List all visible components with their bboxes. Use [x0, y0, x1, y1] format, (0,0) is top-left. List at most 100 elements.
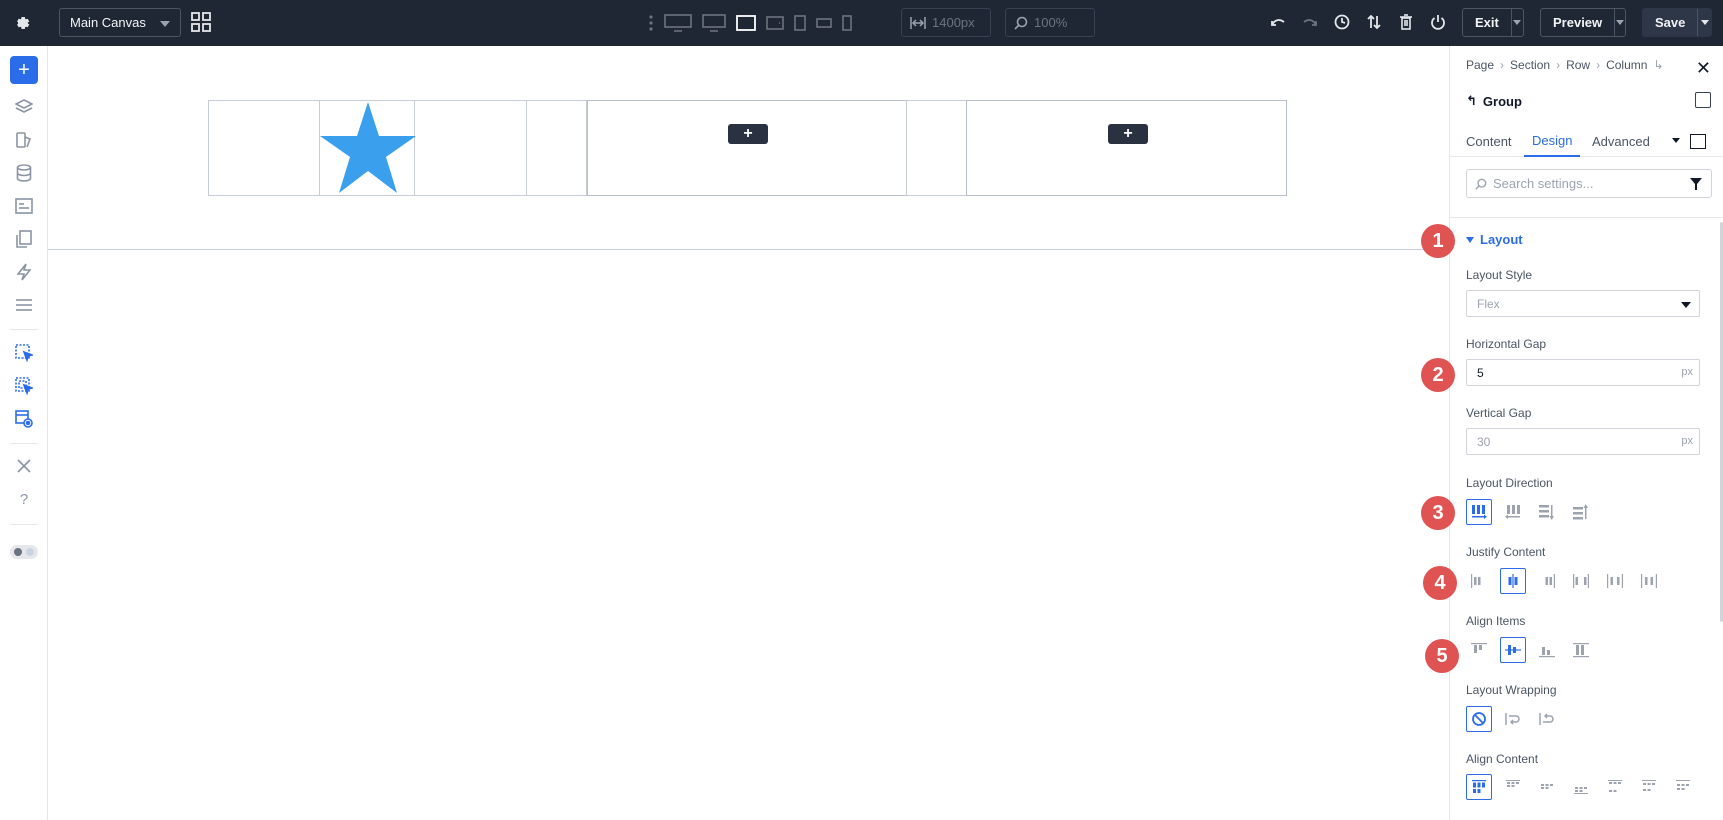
phone-portrait-icon[interactable] — [842, 10, 852, 36]
trash-icon[interactable] — [1396, 12, 1416, 32]
breadcrumb-column[interactable]: Column — [1606, 58, 1647, 72]
justify-space-evenly-icon[interactable] — [1636, 568, 1662, 594]
align-stretch-icon[interactable] — [1568, 637, 1594, 663]
align-content-options — [1466, 774, 1696, 800]
add-module-button[interactable]: + — [1108, 124, 1148, 144]
sort-arrows-icon[interactable] — [1364, 12, 1384, 32]
zoom-field[interactable]: 100% — [1005, 8, 1095, 37]
phone-landscape-icon[interactable] — [816, 10, 832, 36]
chevron-right-icon: › — [1556, 58, 1561, 72]
grid-icon[interactable] — [191, 12, 211, 32]
rail-divider — [10, 524, 38, 525]
multi-select-icon[interactable] — [13, 375, 35, 397]
gear-icon[interactable] — [12, 12, 34, 34]
laptop-icon[interactable] — [736, 10, 756, 36]
save-label: Save — [1655, 15, 1686, 30]
layout-style-value: Flex — [1477, 296, 1500, 311]
star-shape[interactable] — [320, 102, 416, 196]
pages-icon[interactable] — [13, 228, 35, 250]
add-module-button[interactable]: + — [728, 124, 768, 144]
widescreen-icon[interactable] — [664, 10, 692, 36]
align-content-between-icon[interactable] — [1602, 774, 1628, 800]
canvas-width-field[interactable]: 1400px — [901, 8, 991, 37]
vertical-gap-input[interactable]: 30 px — [1466, 428, 1700, 455]
rail-divider — [10, 329, 38, 330]
align-content-end-icon[interactable] — [1568, 774, 1594, 800]
preview-button[interactable]: Preview — [1540, 8, 1626, 37]
align-content-start-icon[interactable] — [1500, 774, 1526, 800]
tablet-portrait-icon[interactable] — [794, 10, 806, 36]
breadcrumb-page[interactable]: Page — [1466, 58, 1494, 72]
help-icon[interactable]: ? — [13, 488, 35, 510]
wrap-icon[interactable] — [1500, 706, 1526, 732]
breadcrumb-section[interactable]: Section — [1510, 58, 1550, 72]
align-end-icon[interactable] — [1534, 637, 1560, 663]
save-button[interactable]: Save — [1642, 8, 1712, 37]
database-icon[interactable] — [13, 162, 35, 184]
lightning-icon[interactable] — [13, 261, 35, 283]
template-view-icon[interactable] — [13, 408, 35, 430]
empty-column[interactable] — [587, 100, 907, 196]
desktop-icon[interactable] — [702, 10, 726, 36]
group-title-text: Group — [1482, 93, 1522, 109]
preset-square-icon[interactable] — [1690, 134, 1706, 149]
vertical-gap-unit[interactable]: px — [1681, 435, 1693, 447]
exit-button[interactable]: Exit — [1462, 8, 1524, 37]
direction-row-icon[interactable] — [1466, 499, 1492, 525]
wrap-reverse-icon[interactable] — [1534, 706, 1560, 732]
horizontal-gap-unit[interactable]: px — [1681, 366, 1693, 378]
align-content-around-icon[interactable] — [1636, 774, 1662, 800]
tabs-more-icon[interactable] — [1672, 138, 1680, 143]
align-content-center-icon[interactable] — [1534, 774, 1560, 800]
exit-dropdown-icon[interactable] — [1510, 9, 1523, 36]
tablet-landscape-icon[interactable] — [766, 10, 784, 36]
align-start-icon[interactable] — [1466, 637, 1492, 663]
layout-style-select[interactable]: Flex — [1466, 290, 1700, 317]
direction-row-reverse-icon[interactable] — [1500, 499, 1526, 525]
theme-builder-icon[interactable] — [13, 129, 35, 151]
justify-space-between-icon[interactable] — [1568, 568, 1594, 594]
history-icon[interactable] — [1332, 12, 1352, 32]
horizontal-gap-input[interactable]: 5 px — [1466, 359, 1700, 386]
builder-canvas[interactable]: + + — [48, 46, 1449, 820]
justify-end-icon[interactable] — [1534, 568, 1560, 594]
preview-dropdown-icon[interactable] — [1614, 9, 1625, 36]
back-arrow-icon[interactable]: ↰ — [1466, 93, 1477, 109]
tools-icon[interactable] — [13, 455, 35, 477]
redo-icon[interactable] — [1300, 12, 1320, 32]
justify-start-icon[interactable] — [1466, 568, 1492, 594]
save-dropdown-icon[interactable] — [1697, 9, 1711, 36]
direction-column-reverse-icon[interactable] — [1568, 499, 1594, 525]
tab-content[interactable]: Content — [1466, 126, 1512, 157]
align-center-icon[interactable] — [1500, 637, 1526, 663]
align-content-evenly-icon[interactable] — [1670, 774, 1696, 800]
layers-icon[interactable] — [13, 96, 35, 118]
power-icon[interactable] — [1428, 12, 1448, 32]
select-element-icon[interactable] — [13, 342, 35, 364]
zoom-value: 100% — [1034, 15, 1068, 30]
align-content-stretch-icon[interactable] — [1466, 774, 1492, 800]
panel-options-icon[interactable] — [1695, 92, 1711, 108]
canvas-select[interactable]: Main Canvas — [59, 8, 181, 37]
breadcrumb-row[interactable]: Row — [1566, 58, 1590, 72]
tab-advanced[interactable]: Advanced — [1592, 126, 1650, 157]
layout-section-toggle[interactable]: Layout — [1466, 232, 1523, 247]
list-icon[interactable] — [13, 294, 35, 316]
tab-design[interactable]: Design — [1524, 126, 1581, 157]
filter-icon[interactable] — [1689, 177, 1703, 191]
panel-title: ↰ Group — [1466, 93, 1522, 109]
mode-toggle[interactable] — [10, 545, 38, 559]
justify-space-around-icon[interactable] — [1602, 568, 1628, 594]
undo-icon[interactable] — [1268, 12, 1288, 32]
settings-search[interactable]: Search settings... — [1466, 169, 1712, 198]
canvas-width-value: 1400px — [932, 15, 975, 30]
empty-column[interactable] — [966, 100, 1287, 196]
align-items-label: Align Items — [1466, 614, 1526, 628]
no-wrap-icon[interactable] — [1466, 706, 1492, 732]
form-icon[interactable] — [13, 195, 35, 217]
justify-center-icon[interactable] — [1500, 568, 1526, 594]
add-element-button[interactable]: + — [10, 56, 38, 84]
kebab-icon[interactable] — [648, 10, 654, 36]
close-icon[interactable]: ✕ — [1696, 58, 1711, 79]
direction-column-icon[interactable] — [1534, 499, 1560, 525]
